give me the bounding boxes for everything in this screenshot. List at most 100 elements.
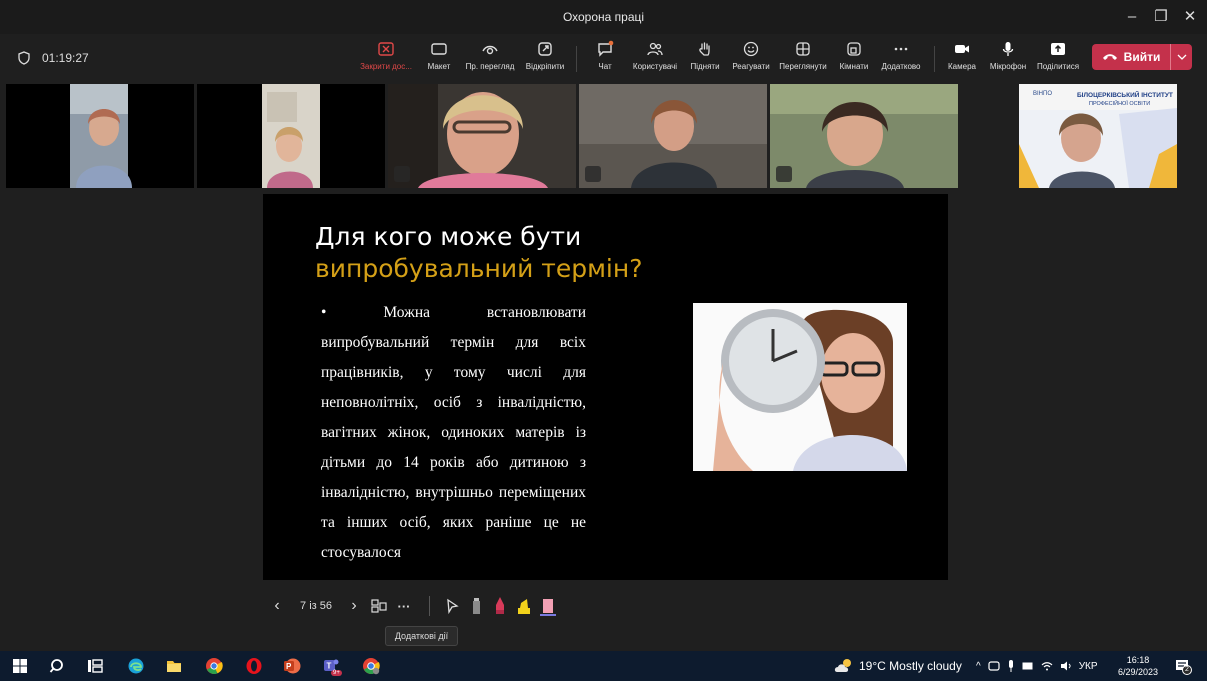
search-icon[interactable] [49, 657, 67, 675]
nav-divider [429, 596, 430, 616]
opera-icon[interactable] [245, 657, 263, 675]
more-slide-actions-button[interactable]: ··· [389, 599, 419, 614]
raise-hand-label: Підняти [690, 62, 720, 71]
shield-icon [18, 51, 30, 65]
pop-out-button[interactable]: Відкріпити [522, 40, 568, 80]
rooms-icon [847, 42, 861, 56]
participant-video [197, 84, 385, 188]
leave-options-dropdown[interactable] [1170, 44, 1192, 70]
wifi-icon[interactable] [1041, 661, 1053, 671]
participant-tile[interactable]: ВІНПО БІЛОЦЕРКІВСЬКИЙ ІНСТИТУТ ПРОФЕСІЙН… [1019, 84, 1177, 188]
share-label: Поділитися [1036, 62, 1080, 71]
windows-taskbar: P T 9+ 19°C Mostly cloudy ^ УКР 16:18 6/… [0, 651, 1207, 681]
chat-button[interactable]: Чат [592, 40, 618, 80]
svg-text:T: T [327, 662, 332, 671]
elapsed-time: 01:19:27 [42, 51, 89, 65]
maximize-button[interactable]: ❐ [1147, 6, 1175, 28]
system-tray: ^ УКР [976, 651, 1098, 681]
muted-mic-icon [776, 166, 792, 182]
previous-slide-button[interactable]: ‹ [263, 597, 291, 615]
battery-icon[interactable] [1022, 662, 1034, 670]
tray-microphone-icon[interactable] [1007, 660, 1015, 672]
presenter-view-button[interactable]: Пр. перегляд [462, 40, 518, 80]
eraser-pen-icon[interactable] [464, 595, 488, 617]
participant-video [770, 84, 958, 188]
keyboard-language[interactable]: УКР [1079, 661, 1098, 672]
breakout-rooms-button[interactable]: Кімнати [834, 40, 874, 80]
view-button[interactable]: Переглянути [776, 40, 830, 80]
volume-icon[interactable] [1060, 661, 1072, 671]
share-icon [1051, 43, 1065, 55]
phone-hangup-icon [1102, 54, 1117, 60]
react-button[interactable]: Реагувати [729, 40, 773, 80]
highlighter-icon[interactable] [512, 595, 536, 617]
slide-sorter-icon[interactable] [369, 598, 389, 614]
more-actions-button[interactable]: Додатково [878, 40, 924, 80]
microphone-icon [1002, 42, 1014, 56]
chevron-down-icon [1177, 54, 1186, 60]
participant-header-line1: БІЛОЦЕРКІВСЬКИЙ ІНСТИТУТ [1077, 90, 1173, 99]
people-button[interactable]: Користувачі [628, 40, 682, 80]
participant-video [579, 84, 767, 188]
pop-out-icon [538, 42, 552, 56]
shared-presentation-slide: Для кого може бути випробувальний термін… [263, 194, 948, 580]
more-icon [894, 47, 908, 51]
share-button[interactable]: Поділитися [1034, 40, 1082, 80]
participant-tile[interactable] [388, 84, 576, 188]
leave-button[interactable]: Вийти [1092, 44, 1192, 70]
toolbar-divider [934, 46, 935, 72]
clock-time: 16:18 [1126, 655, 1150, 665]
chrome-icon[interactable] [205, 657, 223, 675]
next-slide-button[interactable]: › [341, 597, 367, 615]
chrome-profile-icon[interactable] [362, 657, 380, 675]
raise-hand-button[interactable]: Підняти [687, 40, 723, 80]
leave-label: Вийти [1123, 50, 1161, 64]
teams-notification-badge: 9+ [331, 670, 342, 676]
layout-button[interactable]: Макет [424, 40, 454, 80]
system-clock[interactable]: 16:18 6/29/2023 [1118, 654, 1158, 678]
participant-tile[interactable] [197, 84, 385, 188]
clock-woman-illustration [693, 303, 907, 471]
camera-label: Камера [948, 62, 976, 71]
participant-video [6, 84, 194, 188]
participant-video: ВІНПО БІЛОЦЕРКІВСЬКИЙ ІНСТИТУТ ПРОФЕСІЙН… [1019, 84, 1177, 188]
red-pen-icon[interactable] [488, 595, 512, 617]
edge-browser-icon[interactable] [127, 657, 145, 675]
participant-tile[interactable] [770, 84, 958, 188]
participant-tile[interactable] [6, 84, 194, 188]
clock-date: 6/29/2023 [1118, 667, 1159, 677]
participant-tile[interactable] [579, 84, 767, 188]
camera-button[interactable]: Камера [944, 40, 980, 80]
participant-logo-text: ВІНПО [1033, 91, 1052, 97]
people-label: Користувачі [632, 62, 678, 71]
notification-center[interactable]: 2 [1174, 658, 1192, 675]
pop-out-label: Відкріпити [525, 62, 565, 71]
eraser-icon[interactable] [536, 595, 560, 617]
minimize-button[interactable]: – [1118, 6, 1146, 28]
file-explorer-icon[interactable] [165, 657, 183, 675]
slide-navigation: ‹ 7 із 56 › ··· [263, 594, 560, 618]
toolbar-divider [576, 46, 577, 72]
meeting-toolbar: 01:19:27 Закрити дос... Макет Пр. перегл… [0, 34, 1207, 84]
camera-icon [955, 45, 969, 53]
laser-pointer-icon[interactable] [440, 597, 464, 615]
stop-sharing-button[interactable]: Закрити дос... [358, 40, 414, 80]
powerpoint-icon[interactable]: P [283, 657, 301, 675]
smile-icon [743, 41, 759, 57]
chevron-up-icon[interactable]: ^ [976, 661, 981, 672]
stop-sharing-label: Закрити дос... [360, 62, 412, 71]
onedrive-icon[interactable] [988, 661, 1000, 671]
microphone-button[interactable]: Мікрофон [986, 40, 1030, 80]
microphone-label: Мікрофон [989, 62, 1027, 71]
weather-widget[interactable]: 19°C Mostly cloudy [833, 651, 962, 681]
weather-text: 19°C Mostly cloudy [859, 659, 962, 673]
slide-body-text: • Можна встановлювати випробувальний тер… [321, 304, 586, 561]
eye-icon [482, 45, 498, 55]
stop-share-icon [378, 42, 394, 56]
windows-start-icon[interactable] [11, 657, 29, 675]
participant-header-line2: ПРОФЕСІЙНОЇ ОСВІТИ [1089, 99, 1150, 107]
close-button[interactable]: ✕ [1176, 6, 1204, 28]
task-view-icon[interactable] [86, 657, 104, 675]
chat-label: Чат [598, 62, 612, 71]
leave-main[interactable]: Вийти [1092, 50, 1170, 64]
